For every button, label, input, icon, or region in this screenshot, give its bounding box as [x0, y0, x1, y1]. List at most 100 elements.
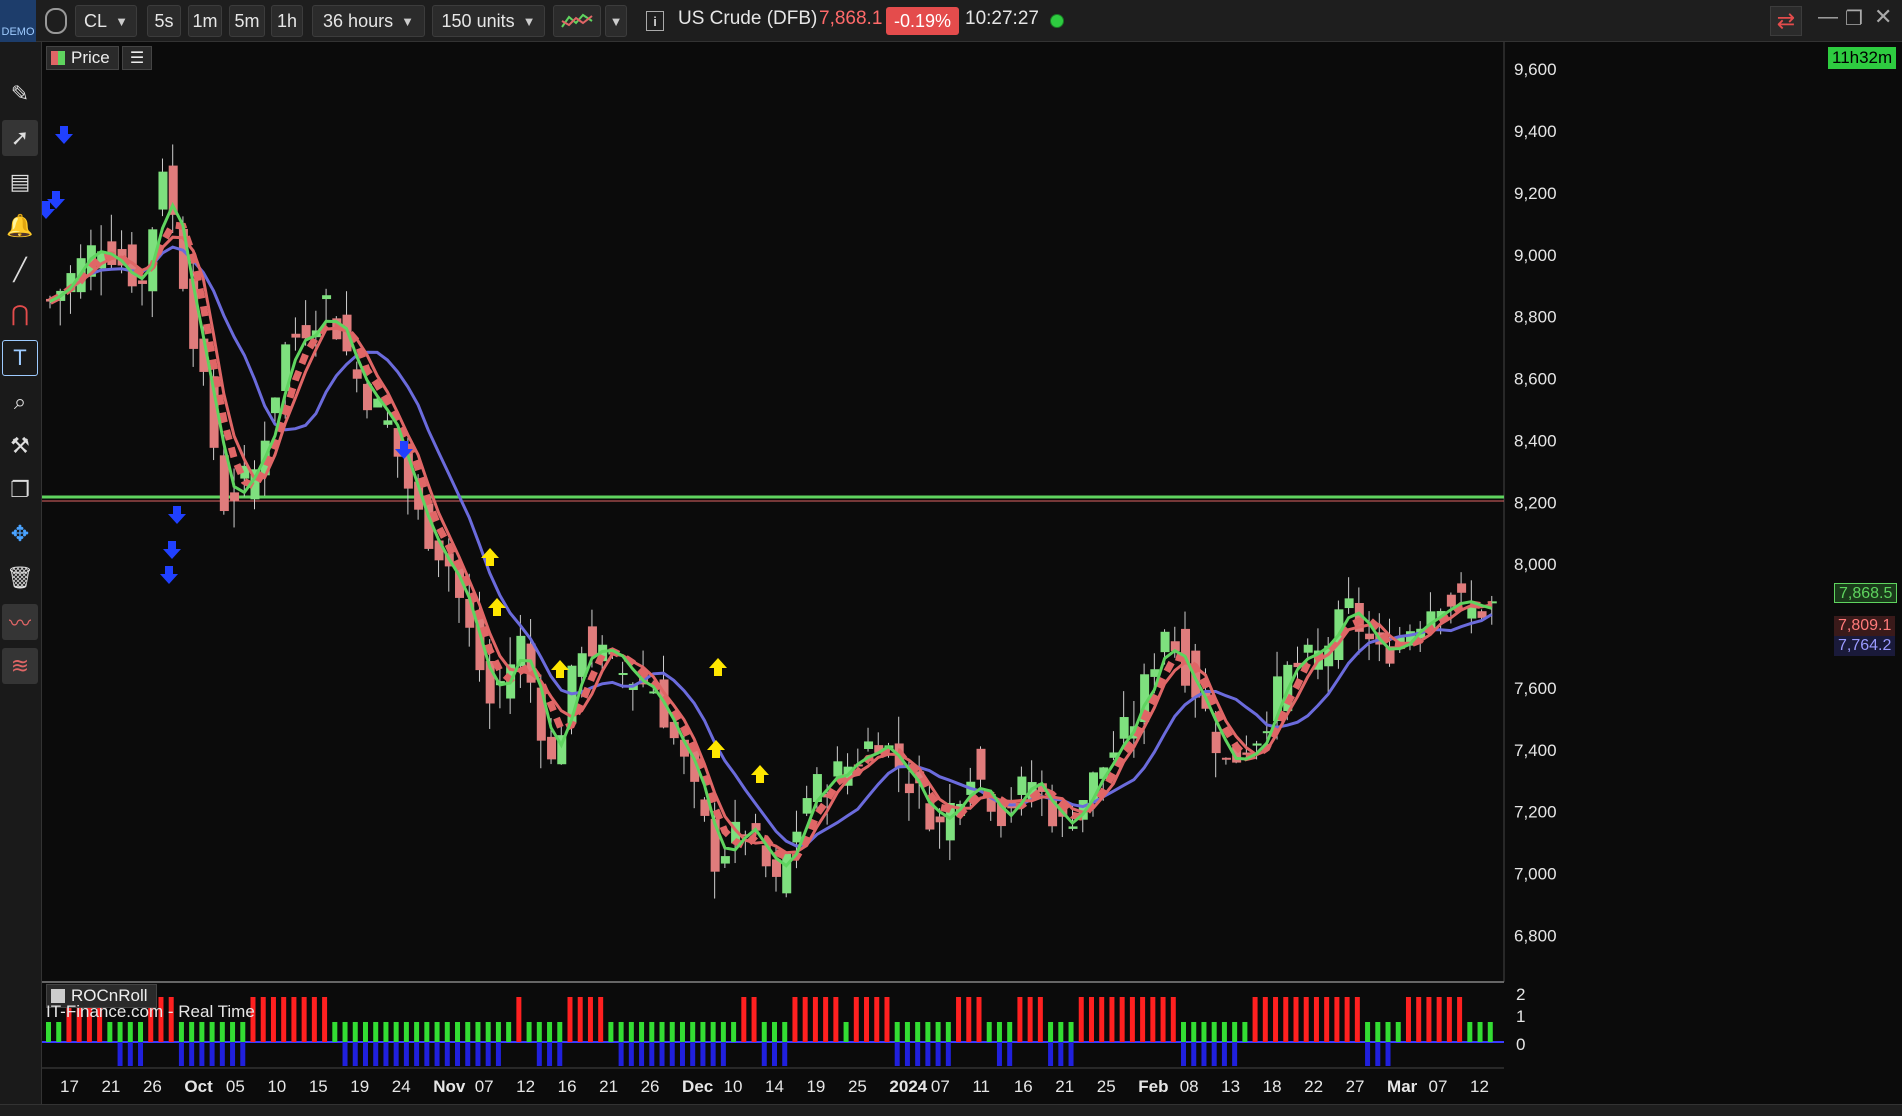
magnet-icon[interactable]: ⋂	[2, 296, 38, 332]
indicator-bar-green	[414, 1022, 420, 1042]
candle-body	[1119, 717, 1129, 739]
candle-body	[1344, 598, 1354, 609]
overlay-icon[interactable]: ≋	[2, 648, 38, 684]
symbol-select[interactable]: CL ▼	[75, 5, 137, 37]
time-tick-label: 16	[558, 1077, 577, 1096]
indicator-bar-green	[373, 1022, 379, 1042]
close-icon[interactable]: ✕	[1874, 4, 1892, 30]
indicator-bar-green	[557, 1022, 563, 1042]
settings-tools-icon[interactable]: ⚒	[2, 428, 38, 464]
indicator-bar-blue	[138, 1042, 144, 1066]
indicator-bar-blue	[915, 1042, 921, 1066]
lock-icon[interactable]	[45, 8, 67, 34]
indicator-bar-blue	[1211, 1042, 1217, 1066]
minimize-icon[interactable]: —	[1818, 6, 1838, 29]
copy-icon[interactable]: ❐	[2, 472, 38, 508]
indicator-bar-blue	[618, 1042, 624, 1066]
indicator-icon[interactable]: 〰	[2, 604, 38, 640]
interval-5m-button[interactable]: 5m	[229, 5, 265, 37]
timeframe-label: 36 hours	[323, 10, 394, 31]
instrument-name: US Crude (DFB)	[678, 8, 818, 29]
units-label: 150 units	[441, 10, 515, 31]
indicator-bar-blue	[1181, 1042, 1187, 1066]
interval-1h-button[interactable]: 1h	[271, 5, 303, 37]
indicator-bar-green	[945, 1022, 951, 1042]
indicator-bar-blue	[720, 1042, 726, 1066]
indicator-bar-green	[904, 1022, 910, 1042]
indicator-bar-red	[1119, 997, 1125, 1042]
indicator-bar-blue	[1221, 1042, 1227, 1066]
indicator-bar-green	[189, 1022, 195, 1042]
indicator-tick-label: 2	[1516, 985, 1525, 1004]
sync-icon[interactable]: ⇄	[1770, 6, 1802, 36]
indicator-bar-green	[608, 1022, 614, 1042]
chart-area[interactable]: 9,600 9,400 9,200 9,000 8,800 8,600 8,400 8,200…	[37, 42, 1902, 1106]
indicator-bar-green	[495, 1022, 501, 1042]
move-icon[interactable]: ✥	[2, 516, 38, 552]
indicator-bar-green	[649, 1022, 655, 1042]
indicator-bar-green	[639, 1022, 645, 1042]
candle-body	[383, 420, 393, 425]
indicator-bar-red	[1324, 997, 1330, 1042]
chart-style-dropdown[interactable]: ▼	[605, 5, 627, 37]
indicator-bar-blue	[782, 1042, 788, 1066]
info-icon[interactable]: i	[646, 11, 664, 31]
indicator-bar-red	[956, 997, 962, 1042]
text-tool-icon[interactable]: T	[2, 340, 38, 376]
indicator-bar-blue	[475, 1042, 481, 1066]
candle-body	[935, 816, 945, 823]
interval-5s-button[interactable]: 5s	[147, 5, 181, 37]
indicator-bar-blue	[362, 1042, 368, 1066]
indicator-bar-blue	[393, 1042, 399, 1066]
indicator-bar-blue	[659, 1042, 665, 1066]
chart-canvas[interactable]: 9,600 9,400 9,200 9,000 8,800 8,600 8,400 8,200…	[37, 42, 1902, 1106]
time-tick-label: 12	[1470, 1077, 1489, 1096]
indicator-bar-green	[46, 1022, 51, 1042]
indicator-bar-red	[567, 997, 573, 1042]
alert-bell-icon[interactable]: 🔔	[2, 208, 38, 244]
indicator-bar-blue	[485, 1042, 491, 1066]
pencil-icon[interactable]: ✎	[2, 76, 38, 112]
indicator-bar-red	[864, 997, 870, 1042]
time-tick-label: 07	[931, 1077, 950, 1096]
indicator-bar-red	[1262, 997, 1268, 1042]
timeframe-select[interactable]: 36 hours ▼	[312, 5, 425, 37]
zoom-icon[interactable]: ⌕	[2, 384, 38, 420]
indicator-bar-green	[547, 1022, 553, 1042]
time-tick-label: 21	[599, 1077, 618, 1096]
price-panel-label[interactable]: Price	[46, 46, 119, 70]
indicator-bar-blue	[1068, 1042, 1074, 1066]
cursor-icon[interactable]: ➚	[2, 120, 38, 156]
price-tick-label: 7,400	[1514, 741, 1557, 760]
indicator-bar-blue	[230, 1042, 236, 1066]
indicator-bar-green	[925, 1022, 931, 1042]
candle-body	[1017, 776, 1027, 795]
candle-body	[1303, 644, 1313, 653]
indicator-bar-blue	[1201, 1042, 1207, 1066]
indicator-bar-green	[240, 1022, 246, 1042]
time-tick-label: 21	[101, 1077, 120, 1096]
indicator-list-button[interactable]: ☰	[122, 46, 152, 70]
units-select[interactable]: 150 units ▼	[432, 5, 545, 37]
chart-style-button[interactable]	[553, 5, 601, 37]
indicator-bar-green	[720, 1022, 726, 1042]
time-tick-label: 10	[267, 1077, 286, 1096]
indicator-tick-label: 0	[1516, 1035, 1525, 1054]
indicator-bar-green	[444, 1022, 450, 1042]
trash-icon[interactable]: 🗑	[2, 560, 38, 596]
price-tick-label: 6,800	[1514, 926, 1557, 945]
restore-icon[interactable]: ❐	[1845, 6, 1863, 31]
indicator-bar-blue	[209, 1042, 215, 1066]
line-tool-icon[interactable]: ╱	[2, 252, 38, 288]
indicator-bar-blue	[557, 1042, 563, 1066]
interval-1m-button[interactable]: 1m	[188, 5, 222, 37]
time-tick-label: Mar	[1387, 1077, 1418, 1096]
indicator-bar-red	[1416, 997, 1422, 1042]
time-tick-label: 07	[1429, 1077, 1448, 1096]
indicator-bar-red	[1405, 997, 1411, 1042]
time-tick-label: 07	[475, 1077, 494, 1096]
indicator-bar-blue	[117, 1042, 123, 1066]
indicator-list-icon[interactable]: ▤	[2, 164, 38, 200]
candle-body	[1211, 731, 1221, 754]
indicator-bar-green	[107, 1022, 113, 1042]
